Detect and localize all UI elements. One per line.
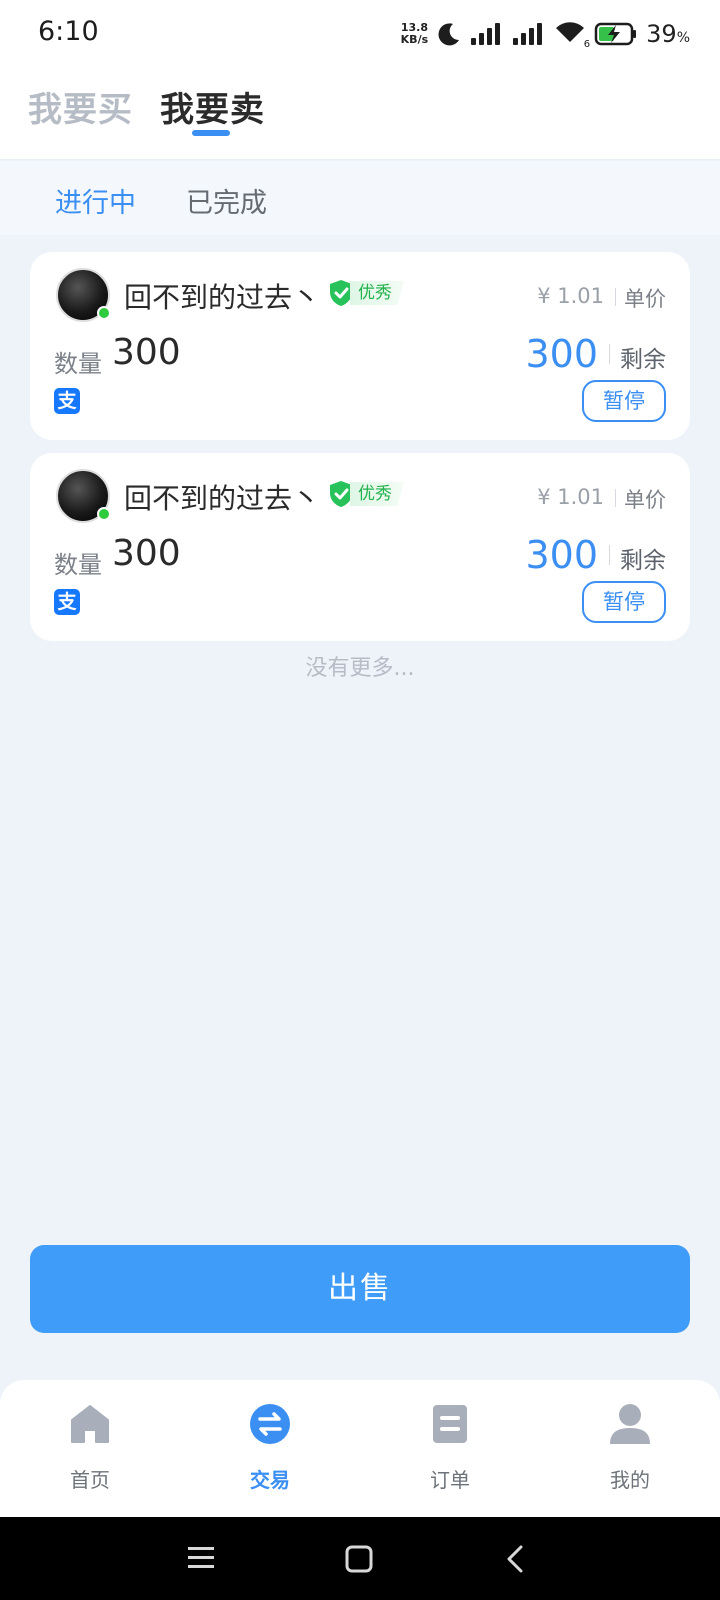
remaining-value: 300 bbox=[525, 332, 598, 376]
unit-price: ¥ 1.01 bbox=[537, 284, 604, 308]
back-icon[interactable] bbox=[505, 1545, 525, 1573]
sub-tab-bar: 进行中 已完成 bbox=[0, 161, 720, 235]
home-square-icon[interactable] bbox=[345, 1545, 373, 1573]
pause-button[interactable]: 暂停 bbox=[582, 380, 666, 422]
quantity-label: 数量 bbox=[54, 551, 102, 579]
unit-price: ¥ 1.01 bbox=[537, 485, 604, 509]
divider bbox=[609, 545, 610, 565]
no-more-text: 没有更多... bbox=[305, 656, 415, 681]
quantity-label: 数量 bbox=[54, 350, 102, 378]
tab-completed[interactable]: 已完成 bbox=[186, 181, 267, 220]
tab-buy[interactable]: 我要买 bbox=[28, 82, 133, 131]
exchange-icon bbox=[250, 1404, 290, 1444]
home-icon bbox=[71, 1405, 109, 1443]
nav-trade[interactable]: 交易 bbox=[210, 1402, 330, 1493]
wifi-sub-label: 6 bbox=[583, 39, 591, 50]
nav-home-label: 首页 bbox=[70, 1468, 110, 1492]
battery-charging-icon bbox=[594, 22, 637, 46]
bottom-nav: 首页 交易 订单 我的 bbox=[0, 1380, 720, 1517]
sell-button[interactable]: 出售 bbox=[30, 1245, 690, 1333]
divider bbox=[615, 288, 616, 306]
excellent-badge: 优秀 bbox=[328, 278, 404, 308]
listing-card[interactable]: 回不到的过去丶 优秀 ¥ 1.01 单价 数量 300 300 剩余 支 暂停 bbox=[30, 453, 690, 641]
moon-icon bbox=[438, 23, 460, 46]
nav-mine-label: 我的 bbox=[610, 1468, 650, 1492]
divider bbox=[615, 489, 616, 507]
net-speed: 13.8 KB/s bbox=[401, 22, 428, 46]
signal-icon-2 bbox=[513, 23, 543, 45]
tab-sell[interactable]: 我要卖 bbox=[160, 82, 265, 131]
battery-percent-unit: % bbox=[676, 30, 690, 46]
remaining-label: 剩余 bbox=[620, 548, 666, 574]
online-status-dot bbox=[97, 507, 111, 521]
wifi-group: 6 bbox=[554, 20, 590, 50]
online-status-dot bbox=[97, 306, 111, 320]
menu-icon[interactable] bbox=[187, 1545, 215, 1571]
seller-name: 回不到的过去丶 bbox=[124, 281, 321, 314]
remaining-value: 300 bbox=[525, 533, 598, 577]
excellent-badge: 优秀 bbox=[328, 479, 404, 509]
battery-percent: 39% bbox=[646, 20, 690, 48]
alipay-icon: 支 bbox=[54, 589, 80, 615]
badge-label: 优秀 bbox=[350, 482, 404, 506]
badge-label: 优秀 bbox=[350, 281, 404, 305]
status-time: 6:10 bbox=[38, 16, 99, 47]
status-icons: 13.8 KB/s 6 39% bbox=[401, 14, 690, 54]
system-nav-bar bbox=[0, 1517, 720, 1600]
listing-card[interactable]: 回不到的过去丶 优秀 ¥ 1.01 单价 数量 300 300 剩余 支 暂停 bbox=[30, 252, 690, 440]
net-speed-unit: KB/s bbox=[400, 33, 429, 46]
nav-orders[interactable]: 订单 bbox=[390, 1402, 510, 1493]
orders-icon bbox=[433, 1405, 467, 1443]
pause-button[interactable]: 暂停 bbox=[582, 581, 666, 623]
top-tab-bar: 我要买 我要卖 bbox=[0, 68, 720, 160]
seller-name: 回不到的过去丶 bbox=[124, 482, 321, 515]
wifi-icon bbox=[556, 22, 585, 42]
alipay-icon: 支 bbox=[54, 388, 80, 414]
remaining-label: 剩余 bbox=[620, 347, 666, 373]
divider bbox=[609, 344, 610, 364]
nav-mine[interactable]: 我的 bbox=[570, 1402, 690, 1493]
status-bar: 6:10 13.8 KB/s 6 39% bbox=[0, 0, 720, 68]
battery-percent-value: 39 bbox=[646, 20, 677, 48]
user-icon bbox=[610, 1404, 650, 1444]
tab-active-indicator bbox=[192, 130, 230, 136]
nav-orders-label: 订单 bbox=[430, 1468, 470, 1492]
quantity-value: 300 bbox=[112, 332, 181, 373]
quantity-value: 300 bbox=[112, 533, 181, 574]
signal-icon bbox=[471, 23, 501, 45]
nav-trade-label: 交易 bbox=[250, 1468, 290, 1492]
unit-price-label: 单价 bbox=[624, 287, 666, 311]
tab-in-progress[interactable]: 进行中 bbox=[55, 181, 136, 220]
nav-home[interactable]: 首页 bbox=[30, 1402, 150, 1493]
unit-price-label: 单价 bbox=[624, 488, 666, 512]
